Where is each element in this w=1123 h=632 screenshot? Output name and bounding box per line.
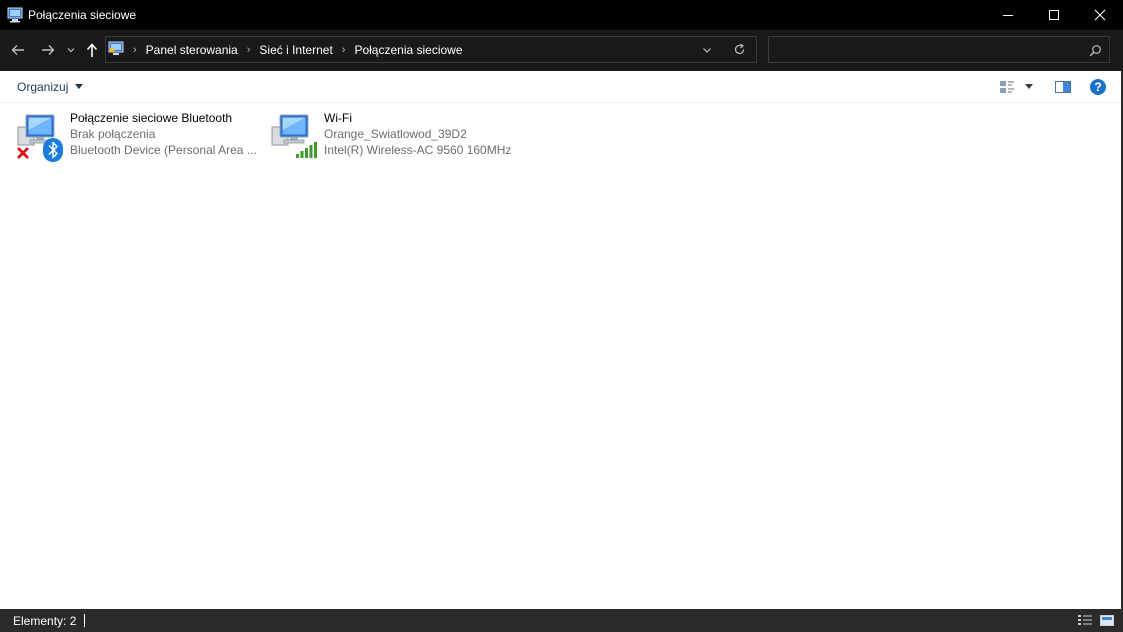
network-connections-icon (7, 7, 23, 23)
refresh-button[interactable] (730, 41, 748, 58)
large-icons-view-icon (1100, 615, 1114, 626)
chevron-down-icon (67, 48, 75, 53)
error-x-icon (16, 146, 30, 160)
title-bar: Połączenia sieciowe (0, 0, 1123, 30)
control-panel-icon (108, 41, 124, 55)
items-count: Elementy: 2 (13, 614, 77, 628)
maximize-button[interactable] (1031, 0, 1077, 30)
large-icons-view-button[interactable] (1098, 613, 1116, 628)
organize-button[interactable]: Organizuj (17, 80, 84, 94)
help-button[interactable]: ? (1089, 78, 1107, 96)
search-box (768, 36, 1110, 63)
close-icon (1094, 9, 1106, 21)
back-button[interactable] (8, 40, 28, 60)
list-item[interactable]: Połączenie sieciowe Bluetooth Brak połąc… (14, 109, 258, 165)
breadcrumb-separator-icon: › (246, 43, 251, 56)
connection-device: Intel(R) Wireless-AC 9560 160MHz (324, 143, 512, 157)
forward-button[interactable] (38, 40, 58, 60)
details-view-button[interactable] (1076, 613, 1094, 628)
search-input[interactable] (775, 41, 1079, 60)
preview-pane-icon (1055, 81, 1071, 93)
connection-device: Bluetooth Device (Personal Area ... (70, 143, 257, 157)
address-field[interactable]: › Panel sterowania › Sieć i Internet › P… (105, 36, 757, 63)
connection-name: Wi-Fi (324, 111, 352, 125)
up-button[interactable] (83, 40, 101, 60)
recent-locations-button[interactable] (64, 40, 78, 60)
address-dropdown-button[interactable] (698, 41, 716, 58)
arrow-right-icon (42, 45, 55, 55)
breadcrumb: › Panel sterowania › Sieć i Internet › P… (126, 37, 465, 62)
search-icon[interactable] (1089, 44, 1102, 57)
caret-down-icon (75, 84, 84, 89)
maximize-icon (1049, 10, 1059, 20)
breadcrumb-item-network-connections[interactable]: Połączenia sieciowe (352, 43, 464, 57)
change-view-button[interactable] (998, 78, 1016, 96)
command-bar: Organizuj ? (0, 71, 1123, 103)
organize-label: Organizuj (17, 80, 69, 94)
chevron-down-icon (703, 47, 711, 53)
minimize-icon (1003, 15, 1013, 16)
arrow-up-icon (86, 43, 98, 57)
list-item[interactable]: Wi-Fi Orange_Swiatlowod_39D2 Intel(R) Wi… (268, 109, 518, 165)
window-title: Połączenia sieciowe (28, 8, 137, 22)
view-dropdown-button[interactable] (1022, 81, 1036, 93)
preview-pane-button[interactable] (1053, 78, 1073, 96)
details-view-icon (1078, 615, 1092, 625)
refresh-icon (734, 43, 744, 55)
close-button[interactable] (1077, 0, 1123, 30)
status-bar: Elementy: 2 (0, 609, 1123, 632)
connection-status: Brak połączenia (70, 127, 156, 141)
minimize-button[interactable] (985, 0, 1031, 30)
breadcrumb-separator-icon: › (133, 43, 137, 56)
caret-down-icon (1025, 84, 1033, 89)
help-icon: ? (1090, 79, 1106, 95)
view-options-icon (1000, 81, 1014, 93)
status-divider (84, 614, 85, 627)
bluetooth-icon (43, 138, 63, 162)
wifi-signal-icon (296, 142, 317, 158)
connection-name: Połączenie sieciowe Bluetooth (70, 111, 233, 125)
arrow-left-icon (11, 45, 24, 55)
svg-text:?: ? (1094, 80, 1101, 94)
connection-status: Orange_Swiatlowod_39D2 (324, 127, 467, 141)
connections-list: Połączenie sieciowe Bluetooth Brak połąc… (0, 103, 1123, 609)
breadcrumb-separator-icon: › (341, 43, 346, 56)
breadcrumb-item-control-panel[interactable]: Panel sterowania (144, 43, 240, 57)
breadcrumb-item-network-internet[interactable]: Sieć i Internet (257, 43, 334, 57)
